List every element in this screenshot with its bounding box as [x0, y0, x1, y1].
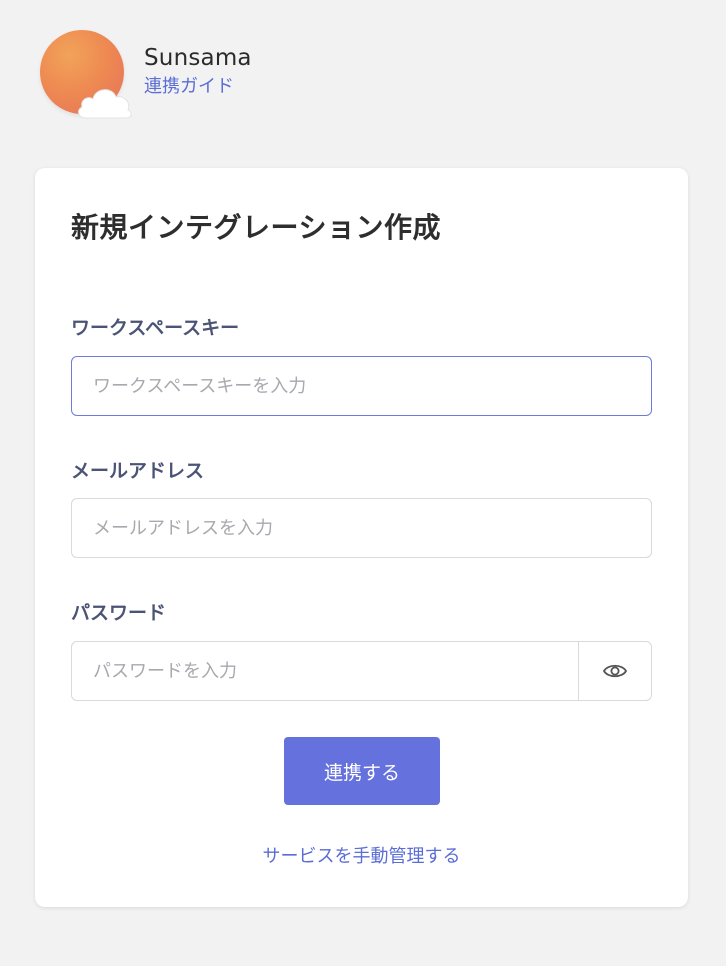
password-field	[71, 641, 652, 701]
email-label: メールアドレス	[71, 460, 205, 482]
app-name: Sunsama	[144, 45, 252, 71]
integration-form-card: 新規インテグレーション作成 ワークスペースキー メールアドレス パスワード 連携…	[35, 168, 688, 907]
workspace-key-input[interactable]	[71, 356, 652, 416]
manage-service-manually-link[interactable]: サービスを手動管理する	[35, 842, 688, 868]
cloud-icon	[78, 89, 132, 119]
app-header: Sunsama 連携ガイド	[40, 30, 252, 119]
password-label: パスワード	[71, 602, 167, 624]
connect-button[interactable]: 連携する	[284, 737, 440, 805]
email-input[interactable]	[71, 498, 652, 558]
app-logo	[40, 30, 132, 119]
eye-icon	[602, 664, 628, 678]
password-input[interactable]	[72, 642, 578, 700]
show-password-button[interactable]	[578, 642, 651, 700]
form-title: 新規インテグレーション作成	[71, 211, 441, 244]
workspace-key-label: ワークスペースキー	[71, 317, 240, 339]
integration-guide-link[interactable]: 連携ガイド	[144, 72, 234, 102]
